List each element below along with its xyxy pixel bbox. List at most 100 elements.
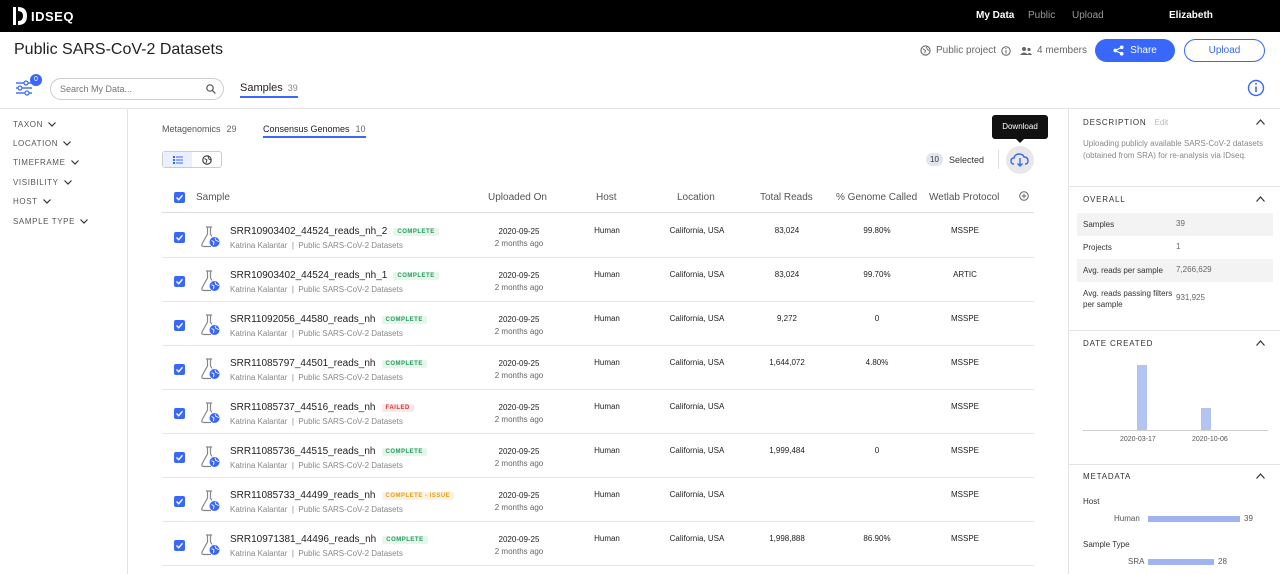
upload-ago: 2 months ago bbox=[494, 547, 544, 556]
sample-name[interactable]: SRR11085736_44515_reads_nh bbox=[230, 446, 376, 457]
filter-location-label: LOCATION bbox=[13, 139, 59, 148]
filter-timeframe-label: TIMEFRAME bbox=[13, 158, 66, 167]
search-icon[interactable] bbox=[206, 84, 216, 94]
row-checkbox[interactable] bbox=[174, 320, 185, 331]
row-checkbox[interactable] bbox=[174, 496, 185, 507]
info-panel-icon[interactable] bbox=[1247, 79, 1265, 97]
upload-ago: 2 months ago bbox=[494, 459, 544, 468]
add-column-icon[interactable] bbox=[1019, 191, 1029, 201]
sample-name-cell[interactable]: SRR11085733_44499_reads_nh COMPLETE - ISS… bbox=[230, 490, 455, 501]
filter-visibility[interactable]: VISIBILITY bbox=[13, 178, 72, 187]
sample-name-cell[interactable]: SRR10903402_44524_reads_nh_1 COMPLETE bbox=[230, 270, 439, 281]
column-wetlab-protocol[interactable]: Wetlab Protocol bbox=[929, 192, 999, 203]
tab-consensus-genomes[interactable]: Consensus Genomes 10 bbox=[263, 124, 366, 138]
metadata-host-count: 39 bbox=[1244, 514, 1253, 523]
table-row[interactable]: SRR11085737_44516_reads_nh FAILED Katrina … bbox=[162, 390, 1034, 434]
row-checkbox[interactable] bbox=[174, 364, 185, 375]
selected-label: Selected bbox=[949, 155, 985, 165]
nav-public[interactable]: Public bbox=[1028, 10, 1055, 21]
table-row[interactable]: SRR11085736_44515_reads_nh COMPLETE Katrin… bbox=[162, 434, 1034, 478]
table-row[interactable]: SRR11085797_44501_reads_nh COMPLETE Katrin… bbox=[162, 346, 1034, 390]
page-title: Public SARS-CoV-2 Datasets bbox=[14, 41, 223, 58]
download-button[interactable] bbox=[1006, 146, 1034, 174]
overall-header[interactable]: OVERALL bbox=[1083, 195, 1126, 204]
upload-date: 2020-09-25 bbox=[498, 359, 540, 368]
filter-location[interactable]: LOCATION bbox=[13, 139, 72, 148]
sample-flask-icon bbox=[201, 314, 220, 336]
location-cell: California, USA bbox=[669, 534, 725, 543]
sample-name[interactable]: SRR10903402_44524_reads_nh_2 bbox=[230, 226, 387, 237]
filter-timeframe[interactable]: TIMEFRAME bbox=[13, 158, 79, 167]
sample-name[interactable]: SRR10971381_44496_reads_nh bbox=[230, 534, 376, 545]
column-sample[interactable]: Sample bbox=[196, 192, 230, 203]
share-button[interactable]: Share bbox=[1095, 39, 1175, 62]
project-visibility[interactable]: Public project bbox=[920, 45, 1011, 56]
checkmark-icon bbox=[176, 454, 184, 461]
sample-name[interactable]: SRR11085733_44499_reads_nh bbox=[230, 490, 376, 501]
status-badge: COMPLETE bbox=[381, 447, 427, 456]
sample-name[interactable]: SRR10903402_44524_reads_nh_1 bbox=[230, 270, 387, 281]
metadata-host-bar[interactable] bbox=[1148, 516, 1240, 522]
sample-name[interactable]: SRR11092056_44580_reads_nh bbox=[230, 314, 376, 325]
column-location[interactable]: Location bbox=[677, 192, 715, 203]
upload-date: 2020-09-25 bbox=[498, 271, 540, 280]
sample-name-cell[interactable]: SRR11085737_44516_reads_nh FAILED bbox=[230, 402, 414, 413]
sample-name-cell[interactable]: SRR11085736_44515_reads_nh COMPLETE bbox=[230, 446, 427, 457]
wetlab-protocol-cell: MSSPE bbox=[950, 446, 979, 455]
row-checkbox[interactable] bbox=[174, 408, 185, 419]
uploaded-on-cell: 2020-09-25 2 months ago bbox=[484, 358, 554, 382]
chevron-up-icon[interactable] bbox=[1256, 473, 1265, 479]
filter-host[interactable]: HOST bbox=[13, 197, 51, 206]
row-checkbox[interactable] bbox=[174, 452, 185, 463]
table-row[interactable]: SRR10903402_44524_reads_nh_1 COMPLETE Katr… bbox=[162, 258, 1034, 302]
logo-text: IDSEQ bbox=[31, 8, 74, 24]
tab-samples[interactable]: Samples 39 bbox=[240, 82, 298, 98]
uploaded-on-cell: 2020-09-25 2 months ago bbox=[484, 534, 554, 558]
metadata-sample-type-label: Sample Type bbox=[1083, 540, 1130, 549]
upload-ago: 2 months ago bbox=[494, 327, 544, 336]
overall-row-samples: Samples 39 bbox=[1077, 213, 1273, 236]
nav-my-data[interactable]: My Data bbox=[976, 10, 1014, 21]
sample-name[interactable]: SRR11085797_44501_reads_nh bbox=[230, 358, 376, 369]
chevron-up-icon[interactable] bbox=[1256, 119, 1265, 125]
select-all-checkbox[interactable] bbox=[174, 192, 185, 203]
table-row[interactable]: SRR10903402_44524_reads_nh_2 COMPLETE Katr… bbox=[162, 214, 1034, 258]
project-members[interactable]: 4 members bbox=[1020, 45, 1087, 56]
filter-sample-type[interactable]: SAMPLE TYPE bbox=[13, 217, 88, 226]
chevron-up-icon[interactable] bbox=[1256, 340, 1265, 346]
row-checkbox[interactable] bbox=[174, 276, 185, 287]
sample-name-cell[interactable]: SRR10903402_44524_reads_nh_2 COMPLETE bbox=[230, 226, 439, 237]
table-row[interactable]: SRR11085733_44499_reads_nh COMPLETE - ISS… bbox=[162, 478, 1034, 522]
row-checkbox[interactable] bbox=[174, 232, 185, 243]
column-genome-called[interactable]: % Genome Called bbox=[836, 192, 917, 203]
sample-user: Katrina Kalantar bbox=[230, 549, 288, 558]
row-checkbox[interactable] bbox=[174, 540, 185, 551]
sample-name-cell[interactable]: SRR11085797_44501_reads_nh COMPLETE bbox=[230, 358, 427, 369]
description-edit-link[interactable]: Edit bbox=[1154, 118, 1168, 127]
upload-button[interactable]: Upload bbox=[1184, 39, 1265, 62]
table-row[interactable]: SRR11092056_44580_reads_nh COMPLETE Katrin… bbox=[162, 302, 1034, 346]
description-header[interactable]: DESCRIPTION Edit bbox=[1083, 118, 1168, 127]
filter-taxon[interactable]: TAXON bbox=[13, 120, 56, 129]
map-view-button[interactable] bbox=[192, 152, 221, 167]
tab-metagenomics[interactable]: Metagenomics 29 bbox=[162, 124, 237, 134]
metadata-title: METADATA bbox=[1083, 472, 1132, 481]
sample-name-cell[interactable]: SRR11092056_44580_reads_nh COMPLETE bbox=[230, 314, 427, 325]
list-view-button[interactable] bbox=[163, 152, 192, 167]
sample-name[interactable]: SRR11085737_44516_reads_nh bbox=[230, 402, 376, 413]
sample-name-cell[interactable]: SRR10971381_44496_reads_nh COMPLETE bbox=[230, 534, 428, 545]
user-menu[interactable]: Elizabeth bbox=[1169, 10, 1213, 21]
sample-project: Public SARS-CoV-2 Datasets bbox=[298, 549, 403, 558]
column-uploaded-on[interactable]: Uploaded On bbox=[488, 192, 547, 203]
chevron-up-icon[interactable] bbox=[1256, 196, 1265, 202]
logo[interactable]: IDSEQ bbox=[13, 6, 74, 26]
date-created-header[interactable]: DATE CREATED bbox=[1083, 339, 1153, 348]
wetlab-protocol-cell: MSSPE bbox=[950, 490, 979, 499]
table-row[interactable]: SRR10971381_44496_reads_nh COMPLETE Katrin… bbox=[162, 522, 1034, 566]
nav-upload[interactable]: Upload bbox=[1072, 10, 1104, 21]
column-total-reads[interactable]: Total Reads bbox=[760, 192, 813, 203]
metadata-header[interactable]: METADATA bbox=[1083, 472, 1131, 481]
column-host[interactable]: Host bbox=[596, 192, 617, 203]
search-input[interactable] bbox=[50, 78, 224, 100]
metadata-sample-type-bar[interactable] bbox=[1148, 559, 1214, 565]
